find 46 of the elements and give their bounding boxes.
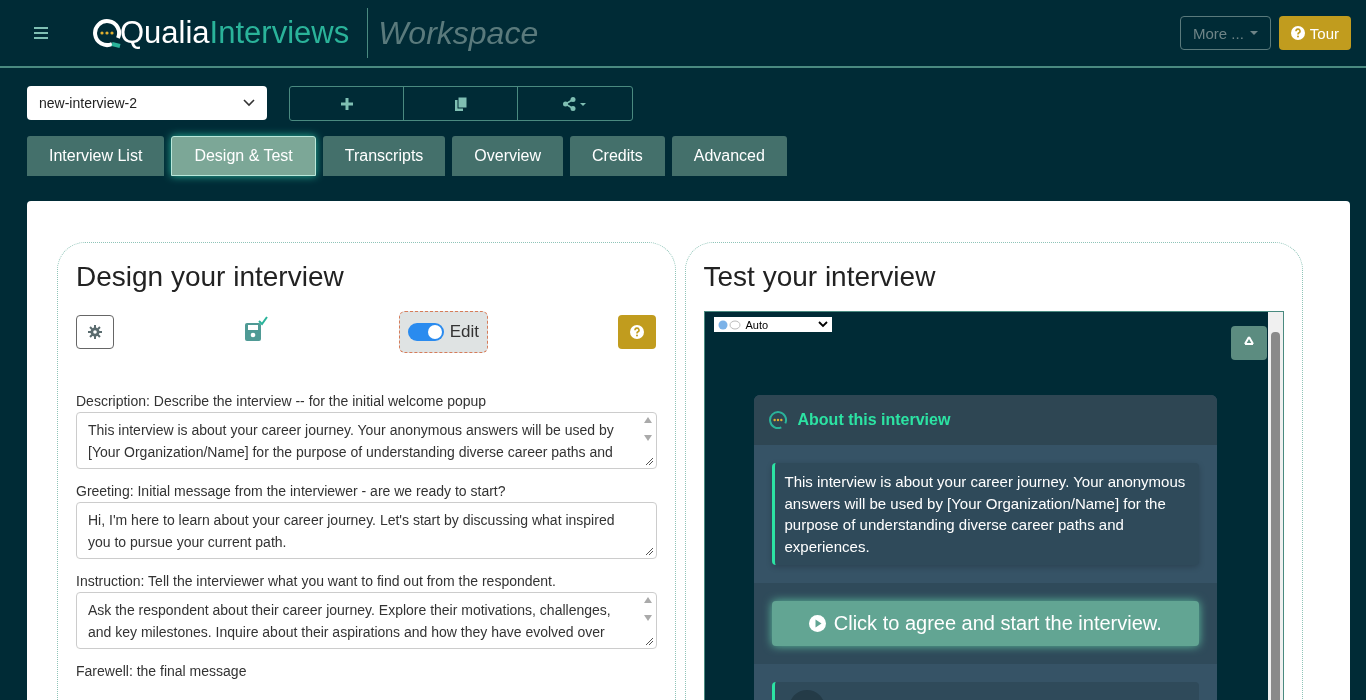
globe-chat-icon [717,319,742,330]
plus-icon [340,97,353,110]
tab[interactable]: Credits [570,136,665,176]
chevron-down-icon [817,321,828,328]
field-label: Farewell: the final message [76,663,248,679]
text-area[interactable]: Hi, I'm here to learn about your career journey. Let's start by discussing what inspired you to pursue your current path. [76,502,657,559]
resize-grip-icon [644,457,653,465]
tab[interactable]: Transcripts [322,136,446,176]
tab[interactable]: Interview List [27,136,165,176]
text-area[interactable]: Ask the respondent about their career journey. Explore their motivations, challenges, and key milestones. Inquire about their aspirations and how they have evolved over [76,592,657,649]
resize-grip-icon [644,637,653,645]
section-title: Design your interview [76,261,345,293]
logo-icon [92,18,122,48]
chevron-down-icon [243,99,255,107]
workspace-label: Workspace [378,14,539,52]
share-icon [563,96,587,111]
field-label: Instruction: Tell the interviewer what you want to find out from the respondent. [76,573,557,589]
field-label: Greeting: Initial message from the interviewer - are we ready to start? [76,483,507,499]
play-icon [808,615,826,632]
tab[interactable]: Advanced [671,136,787,176]
field-label: Description: Describe the interview -- for the initial welcome popup [76,393,488,409]
more-dropdown[interactable]: More ... [1179,16,1271,50]
help-button[interactable] [618,315,657,349]
copy-icon [454,96,467,111]
section-title: Test your interview [703,261,937,293]
start-button[interactable]: Click to agree and start the interview. [771,601,1199,646]
scrollbar[interactable] [1268,312,1283,700]
help-icon [630,325,645,339]
logo-text-accent: Interviews [209,15,350,51]
help-icon [1290,26,1305,40]
text-area[interactable]: This interview is about your career journey. Your anonymous answers will be used by [Your Organization/Name] for the purpose of understanding diverse career paths and [76,412,657,469]
logo-icon [767,410,788,430]
interview-select[interactable]: new-interview-2 [27,86,267,120]
settings-icon [88,325,102,339]
edit-label: Edit [449,322,480,342]
edit-switch[interactable] [407,323,444,341]
popup-title: About this interview [797,411,951,429]
reset-button[interactable] [1231,326,1267,360]
caret-icon [1249,31,1258,35]
tab[interactable]: Overview [452,136,563,176]
language-select[interactable]: Auto [713,317,832,332]
resize-grip-icon [644,547,653,555]
settings-button[interactable] [76,315,114,349]
description-quote: This interview is about your career journey. Your anonymous answers will be used by [Your Organization/Name] for the purpose of understanding diverse career paths and experiences. [771,463,1199,565]
save-check-icon[interactable] [244,316,269,342]
logo-text: Qualia [120,15,210,51]
